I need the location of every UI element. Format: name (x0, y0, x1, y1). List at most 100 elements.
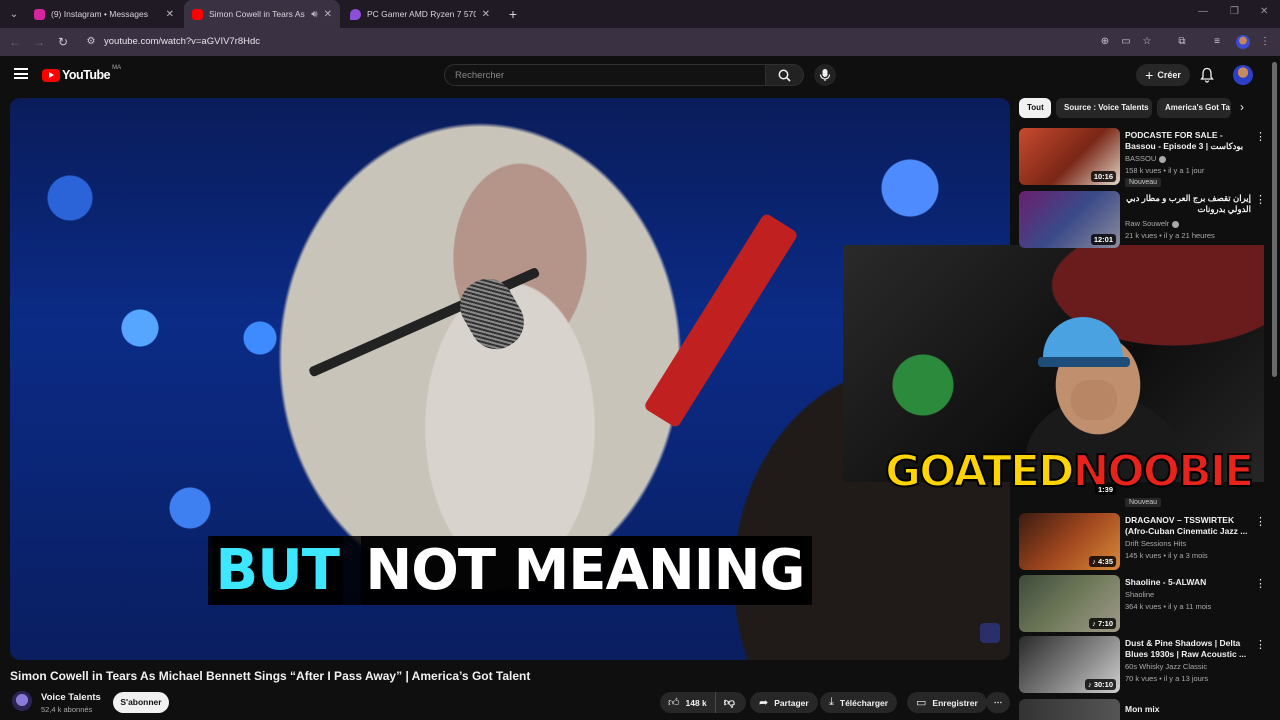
recommendation-channel[interactable]: Shaoline (1125, 590, 1154, 599)
subscribe-button[interactable]: S'abonner (113, 692, 169, 713)
duration-badge: ♪ 4:35 (1089, 556, 1116, 567)
duration-text: 30:10 (1093, 680, 1113, 689)
recommendation-item[interactable]: ♪ 30:10 Dust & Pine Shadows | Delta Blue… (1019, 636, 1271, 694)
channel-watermark-icon[interactable] (980, 623, 1000, 643)
subscriber-count: 52,4 k abonnés (41, 705, 93, 714)
notifications-bell-icon[interactable] (1200, 67, 1214, 83)
create-button[interactable]: + Créer (1136, 64, 1190, 86)
recommendation-meta: 21 k vues • il y a 21 heures (1125, 231, 1215, 240)
menu-hamburger-icon[interactable] (14, 68, 28, 79)
channel-text: BASSOU (1125, 154, 1157, 163)
browser-toolbar: ← → ↻ ⚙ youtube.com/watch?v=aGVIV7r8Hdc … (0, 28, 1280, 56)
browser-tab-youtube[interactable]: Simon Cowell in Tears As M 🔊︎ ✕ (184, 0, 340, 28)
recommendation-meta: 70 k vues • il y a 13 jours (1125, 674, 1209, 683)
more-vertical-icon[interactable]: ⋮ (1255, 193, 1266, 206)
channel-name[interactable]: Voice Talents (41, 692, 101, 703)
restore-icon[interactable]: ❐ (1230, 6, 1239, 17)
recommendation-channel[interactable]: BASSOU (1125, 154, 1167, 163)
youtube-header: YouTube MA Rechercher + Créer (0, 56, 1280, 94)
voice-search-button[interactable] (814, 64, 836, 86)
browser-tab-instagram[interactable]: (9) Instagram • Messages ✕ (26, 0, 182, 28)
tab-title: (9) Instagram • Messages (51, 9, 148, 19)
video-thumbnail[interactable]: 12:01 (1019, 191, 1120, 248)
recommendation-title[interactable]: DRAGANOV – TSSWIRTEK (Afro-Cuban Cinemat… (1125, 515, 1251, 537)
recommendation-channel[interactable]: Drift Sessions Hits (1125, 539, 1186, 548)
like-button[interactable]: 👍︎ 148 k (660, 692, 716, 713)
chip-tout[interactable]: Tout (1019, 98, 1051, 118)
heart-favicon-icon (350, 8, 361, 20)
duration-text: 7:10 (1097, 619, 1113, 628)
recommendation-item[interactable]: Mon mix (1019, 699, 1271, 720)
recommendation-item[interactable]: 12:01 إيران تقصف برج العرب و مطار دبي ال… (1019, 191, 1271, 249)
reading-list-icon[interactable]: ≡ (1210, 35, 1224, 49)
more-vertical-icon[interactable]: ⋮ (1255, 515, 1266, 528)
more-vertical-icon[interactable]: ⋮ (1255, 577, 1266, 590)
recommendation-title[interactable]: Mon mix (1125, 704, 1251, 715)
close-tab-icon[interactable]: ✕ (324, 9, 332, 20)
video-thumbnail[interactable]: ♪ 4:35 (1019, 513, 1120, 570)
browser-profile-avatar[interactable] (1236, 35, 1250, 49)
channel-text: Raw Souwelr (1125, 219, 1170, 228)
minimize-icon[interactable]: — (1198, 6, 1208, 17)
search-placeholder: Rechercher (455, 70, 505, 81)
bookmark-star-icon[interactable]: ☆ (1140, 35, 1154, 49)
video-thumbnail[interactable]: 1:39 (1019, 455, 1120, 505)
forward-arrow-icon[interactable]: → (31, 34, 47, 50)
recommendation-item[interactable]: 10:16 PODCASTE FOR SALE - Bassou - Episo… (1019, 128, 1271, 187)
more-vertical-icon[interactable]: ⋮ (1255, 130, 1266, 143)
dislike-button[interactable]: 👎︎ (716, 696, 743, 709)
recommendation-title[interactable]: إيران تقصف برج العرب و مطار دبي الدولي ب… (1125, 193, 1251, 215)
tab-title: PC Gamer AMD Ryzen 7 5700X (367, 9, 476, 19)
close-tab-icon[interactable]: ✕ (166, 9, 174, 20)
cast-icon[interactable]: ▭ (1119, 35, 1133, 49)
search-button[interactable] (766, 64, 804, 86)
reload-icon[interactable]: ↻ (55, 34, 71, 50)
recommendation-channel[interactable]: 60s Whisky Jazz Classic (1125, 662, 1207, 671)
tab-title: Simon Cowell in Tears As M (209, 9, 308, 19)
youtube-logo[interactable]: YouTube MA (42, 65, 121, 82)
mix-thumbnail[interactable] (1019, 699, 1120, 720)
recommendation-title[interactable]: Dust & Pine Shadows | Delta Blues 1930s … (1125, 638, 1251, 660)
site-info-icon[interactable]: ⚙ (84, 35, 98, 49)
close-window-icon[interactable]: ✕ (1260, 6, 1268, 17)
verified-check-icon (1159, 155, 1167, 163)
video-thumbnail[interactable]: 10:16 (1019, 128, 1120, 185)
chevron-right-icon[interactable]: › (1240, 100, 1244, 114)
chip-source[interactable]: Source : Voice Talents (1056, 98, 1152, 118)
duration-badge: 1:39 (1094, 484, 1116, 495)
new-badge: Nouveau (1125, 498, 1162, 507)
zoom-icon[interactable]: ⊕ (1098, 35, 1112, 49)
search-input[interactable]: Rechercher (444, 64, 766, 86)
browser-tab-pc-gamer[interactable]: PC Gamer AMD Ryzen 7 5700X ✕ (342, 0, 498, 28)
recommendation-title[interactable]: Shaoline - 5-ALWAN (1125, 577, 1251, 588)
verified-check-icon (1172, 220, 1180, 228)
chip-americas-got-talent[interactable]: America's Got Ta (1157, 98, 1231, 118)
close-tab-icon[interactable]: ✕ (482, 9, 490, 20)
new-tab-button[interactable]: + (504, 5, 522, 23)
page-scrollbar[interactable] (1272, 62, 1277, 377)
tab-search-chevron-icon[interactable]: ⌄ (4, 4, 24, 24)
recommendation-item[interactable]: 1:39 Nouveau (1019, 455, 1271, 511)
thumbs-up-icon: 👍︎ (668, 697, 680, 709)
save-button[interactable]: ▭ Enregistrer (907, 692, 987, 713)
recommendation-item[interactable]: ♪ 7:10 Shaoline - 5-ALWAN Shaoline 364 k… (1019, 575, 1271, 633)
browser-menu-icon[interactable]: ⋮ (1258, 35, 1272, 49)
extensions-icon[interactable]: ⧉ (1175, 35, 1189, 49)
save-label: Enregistrer (932, 697, 978, 708)
address-bar[interactable]: youtube.com/watch?v=aGVIV7r8Hdc (104, 36, 260, 47)
browser-tabstrip: ⌄ (9) Instagram • Messages ✕ Simon Cowel… (0, 0, 1280, 28)
speaker-icon[interactable]: 🔊︎ (311, 9, 317, 20)
share-button[interactable]: ➦ Partager (750, 692, 818, 713)
share-label: Partager (774, 697, 809, 708)
more-vertical-icon[interactable]: ⋮ (1255, 638, 1266, 651)
recommendation-channel[interactable]: Raw Souwelr (1125, 219, 1180, 228)
more-actions-button[interactable]: ⋯ (986, 692, 1010, 713)
recommendation-title[interactable]: PODCASTE FOR SALE - Bassou - Episode 3 |… (1125, 130, 1251, 152)
user-avatar[interactable] (1233, 65, 1253, 85)
recommendation-item[interactable]: ♪ 4:35 DRAGANOV – TSSWIRTEK (Afro-Cuban … (1019, 513, 1271, 571)
video-thumbnail[interactable]: ♪ 7:10 (1019, 575, 1120, 632)
back-arrow-icon[interactable]: ← (7, 34, 23, 50)
channel-avatar[interactable] (12, 691, 32, 711)
video-thumbnail[interactable]: ♪ 30:10 (1019, 636, 1120, 693)
download-button[interactable]: ⤓ Télécharger (820, 692, 898, 713)
